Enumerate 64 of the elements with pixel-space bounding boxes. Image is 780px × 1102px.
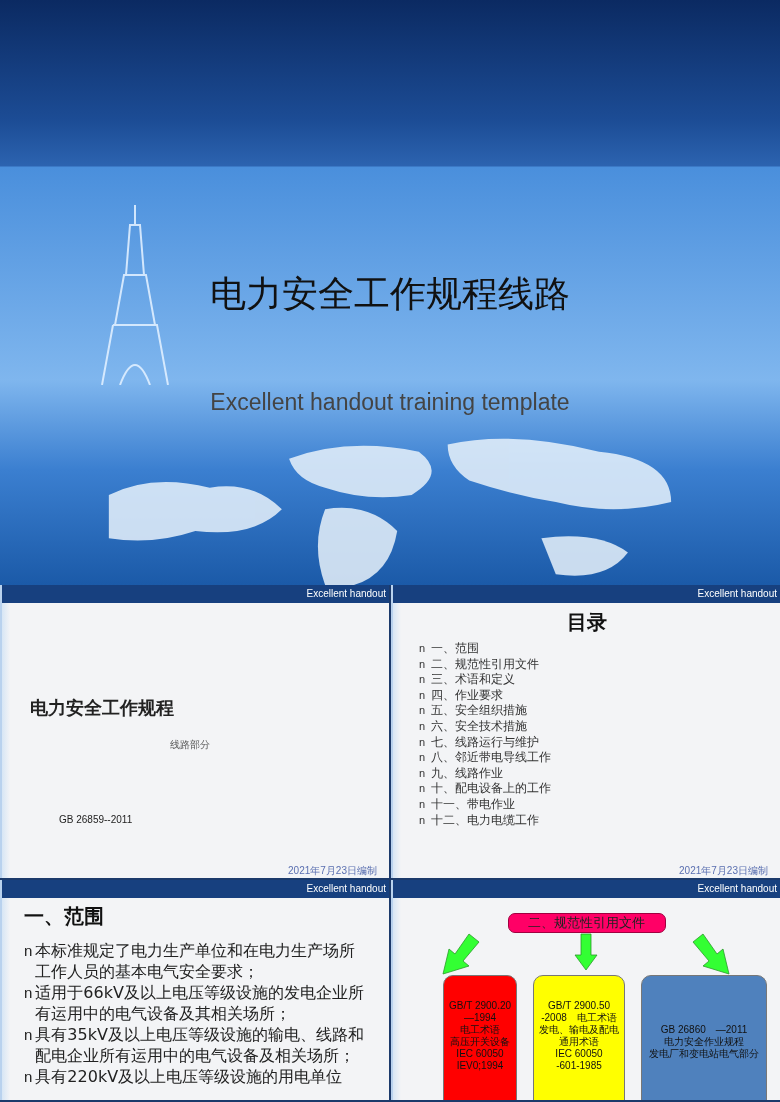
contents-item: 七、线路运行与维护	[431, 734, 540, 751]
bullet-mark: n	[24, 983, 33, 1003]
bullet-mark: n	[419, 641, 426, 656]
slide-subtitle: 线路部分	[170, 738, 211, 752]
bullet-mark: n	[419, 672, 426, 688]
contents-item: 八、邻近带电导线工作	[431, 750, 552, 766]
bullet-mark: n	[419, 718, 426, 734]
header-text: Excellent handout	[697, 588, 777, 600]
section-title: 一、范围	[24, 904, 105, 928]
header-text: Excellent handout	[306, 883, 386, 895]
standard-code: GB 26859--2011	[59, 814, 134, 825]
reference-line: 发电厂和变电站电气部分	[649, 1048, 759, 1060]
bullet-mark: n	[419, 750, 426, 766]
reference-line: GB/T 2900.50	[547, 1000, 611, 1012]
bullet-mark: n	[419, 812, 426, 828]
reference-line: 通用术语	[559, 1036, 599, 1048]
bullet-mark: n	[24, 1067, 33, 1087]
contents-item: 二、规范性引用文件	[431, 656, 540, 673]
header-text: Excellent handout	[697, 883, 777, 895]
bullet-mark: n	[419, 656, 426, 672]
header-text: Excellent handout	[306, 588, 386, 600]
reference-line: —1994	[463, 1012, 497, 1024]
bullet-mark: n	[419, 781, 426, 797]
reference-line: 发电、输电及配电	[539, 1024, 619, 1036]
contents-title: 目录	[565, 611, 608, 633]
reference-line: IEC 60050	[555, 1048, 603, 1060]
contents-item: 十二、电力电缆工作	[431, 812, 540, 829]
bullet-mark: n	[24, 941, 33, 961]
reference-line: -601-1985	[556, 1060, 602, 1072]
cover-subtitle: Excellent handout training template	[210, 389, 570, 416]
bullet-text: 适用于66kV及以上电压等级设施的发电企业所有运用中的电气设备及其相关场所；	[35, 982, 364, 1024]
reference-line: 高压开关设备	[450, 1036, 510, 1048]
heading-box: 二、规范性引用文件	[507, 913, 666, 933]
contents-item: 三、术语和定义	[431, 672, 516, 688]
slide-title: 电力安全工作规程	[30, 697, 175, 720]
reference-line: IEV0;1994	[456, 1060, 504, 1072]
bullet-mark: n	[419, 687, 426, 703]
bullet-text: 具有35kV及以上电压等级设施的输电、线路和配电企业所有运用中的电气设备及相关场所；	[35, 1024, 364, 1066]
contents-item: 十一、带电作业	[431, 796, 516, 813]
cover-title: 电力安全工作规程线路	[210, 272, 570, 316]
reference-line: GB/T 2900.20	[448, 1000, 512, 1012]
arrow-icon	[441, 933, 481, 975]
bullet-mark: n	[24, 1025, 33, 1045]
contents-item: 四、作业要求	[431, 687, 504, 704]
bullet-text: 具有220kV及以上电压等级设施的用电单位	[35, 1066, 343, 1087]
bullet-mark: n	[419, 765, 426, 781]
contents-item: 一、范围	[431, 641, 480, 657]
arrow-icon	[691, 933, 731, 975]
bullet-text: 本标准规定了电力生产单位和在电力生产场所工作人员的基本电气安全要求；	[35, 940, 357, 982]
bullet-mark: n	[419, 796, 426, 812]
bullet-mark: n	[419, 734, 426, 750]
contents-item: 六、安全技术措施	[431, 718, 528, 735]
contents-item: 五、安全组织措施	[431, 703, 528, 719]
contents-item: 九、线路作业	[431, 765, 504, 782]
contents-item: 十、配电设备上的工作	[431, 781, 552, 797]
reference-line: IEC 60050	[456, 1048, 504, 1060]
reference-line: 电力安全作业规程	[664, 1036, 744, 1048]
bullet-mark: n	[419, 703, 426, 719]
date-footer: 2021年7月23日编制	[288, 865, 377, 876]
reference-line: -2008 电工术语	[541, 1012, 617, 1024]
arrow-icon	[574, 933, 598, 971]
date-footer: 2021年7月23日编制	[679, 865, 768, 876]
reference-line: GB 26860 —2011	[660, 1024, 748, 1036]
reference-line: 电工术语	[460, 1024, 500, 1036]
